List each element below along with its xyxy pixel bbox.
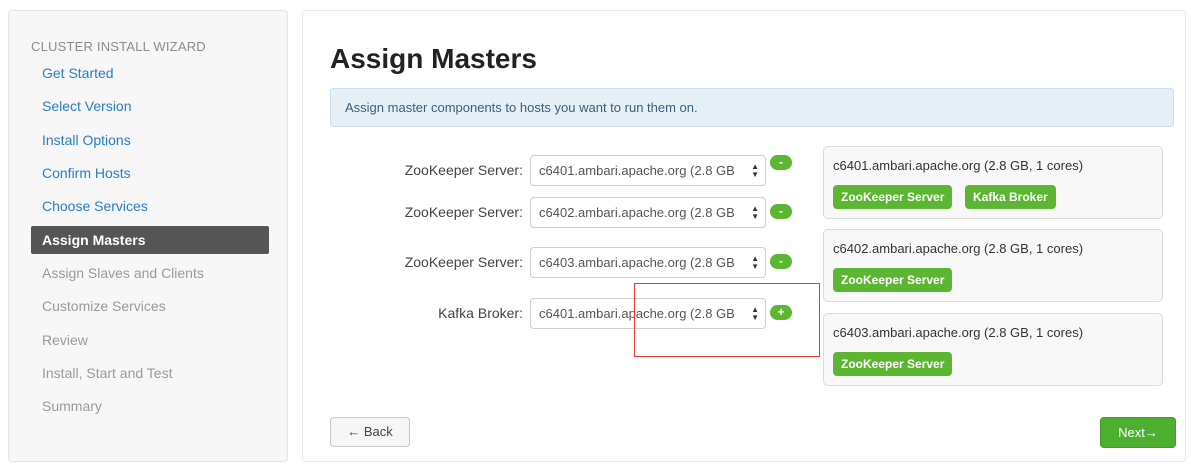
component-label: ZooKeeper Server: bbox=[404, 254, 523, 270]
host-select-value: c6402.ambari.apache.org (2.8 GB bbox=[539, 205, 735, 220]
select-arrows-icon: ▲ ▼ bbox=[751, 254, 759, 271]
host-card-title: c6402.ambari.apache.org (2.8 GB, 1 cores… bbox=[833, 241, 1084, 256]
sidebar-item-select-version[interactable]: Select Version bbox=[31, 92, 269, 120]
component-label: ZooKeeper Server: bbox=[404, 204, 523, 220]
sidebar-item-choose-services[interactable]: Choose Services bbox=[31, 192, 269, 220]
remove-component-button[interactable]: - bbox=[770, 254, 792, 269]
sidebar-heading: CLUSTER INSTALL WIZARD bbox=[31, 39, 206, 54]
sidebar-item-assign-slaves-clients: Assign Slaves and Clients bbox=[42, 265, 204, 281]
host-select[interactable]: c6402.ambari.apache.org (2.8 GB ▲ ▼ bbox=[530, 197, 766, 228]
select-arrows-icon: ▲ ▼ bbox=[751, 204, 759, 221]
host-select[interactable]: c6401.ambari.apache.org (2.8 GB ▲ ▼ bbox=[530, 155, 766, 186]
next-button[interactable]: Next→ bbox=[1100, 417, 1176, 448]
select-arrows-icon: ▲ ▼ bbox=[751, 162, 759, 179]
add-component-button[interactable]: + bbox=[770, 305, 792, 320]
sidebar-item-get-started[interactable]: Get Started bbox=[31, 59, 269, 87]
component-label: Kafka Broker: bbox=[438, 305, 523, 321]
select-arrows-icon: ▲ ▼ bbox=[751, 305, 759, 322]
wizard-sidebar: CLUSTER INSTALL WIZARD Get Started Selec… bbox=[8, 10, 288, 462]
component-chip: Kafka Broker bbox=[965, 185, 1056, 209]
component-label: ZooKeeper Server: bbox=[404, 162, 523, 178]
host-select-value: c6401.ambari.apache.org (2.8 GB bbox=[539, 306, 735, 321]
component-chip: ZooKeeper Server bbox=[833, 185, 953, 209]
host-card: c6402.ambari.apache.org (2.8 GB, 1 cores… bbox=[823, 229, 1163, 302]
host-card: c6401.ambari.apache.org (2.8 GB, 1 cores… bbox=[823, 146, 1163, 219]
sidebar-item-review: Review bbox=[42, 332, 88, 348]
host-select[interactable]: c6401.ambari.apache.org (2.8 GB ▲ ▼ bbox=[530, 298, 766, 329]
host-select-value: c6403.ambari.apache.org (2.8 GB bbox=[539, 255, 735, 270]
sidebar-item-install-options[interactable]: Install Options bbox=[31, 126, 269, 154]
sidebar-item-assign-masters[interactable]: Assign Masters bbox=[31, 226, 269, 254]
sidebar-item-confirm-hosts[interactable]: Confirm Hosts bbox=[31, 159, 269, 187]
sidebar-item-install-start-test: Install, Start and Test bbox=[42, 365, 173, 381]
sidebar-item-customize-services: Customize Services bbox=[42, 298, 166, 314]
info-alert: Assign master components to hosts you wa… bbox=[330, 88, 1174, 127]
host-card-title: c6403.ambari.apache.org (2.8 GB, 1 cores… bbox=[833, 325, 1084, 340]
component-chip: ZooKeeper Server bbox=[833, 352, 953, 376]
assign-masters-panel: Assign Masters Assign master components … bbox=[302, 10, 1186, 462]
page-title: Assign Masters bbox=[330, 43, 537, 74]
component-chip: ZooKeeper Server bbox=[833, 268, 953, 292]
host-select[interactable]: c6403.ambari.apache.org (2.8 GB ▲ ▼ bbox=[530, 247, 766, 278]
back-button[interactable]: ← Back bbox=[330, 417, 410, 447]
host-card: c6403.ambari.apache.org (2.8 GB, 1 cores… bbox=[823, 313, 1163, 386]
sidebar-item-summary: Summary bbox=[42, 398, 102, 414]
remove-component-button[interactable]: - bbox=[770, 204, 792, 219]
host-select-value: c6401.ambari.apache.org (2.8 GB bbox=[539, 163, 735, 178]
remove-component-button[interactable]: - bbox=[770, 155, 792, 170]
host-card-title: c6401.ambari.apache.org (2.8 GB, 1 cores… bbox=[833, 158, 1084, 173]
